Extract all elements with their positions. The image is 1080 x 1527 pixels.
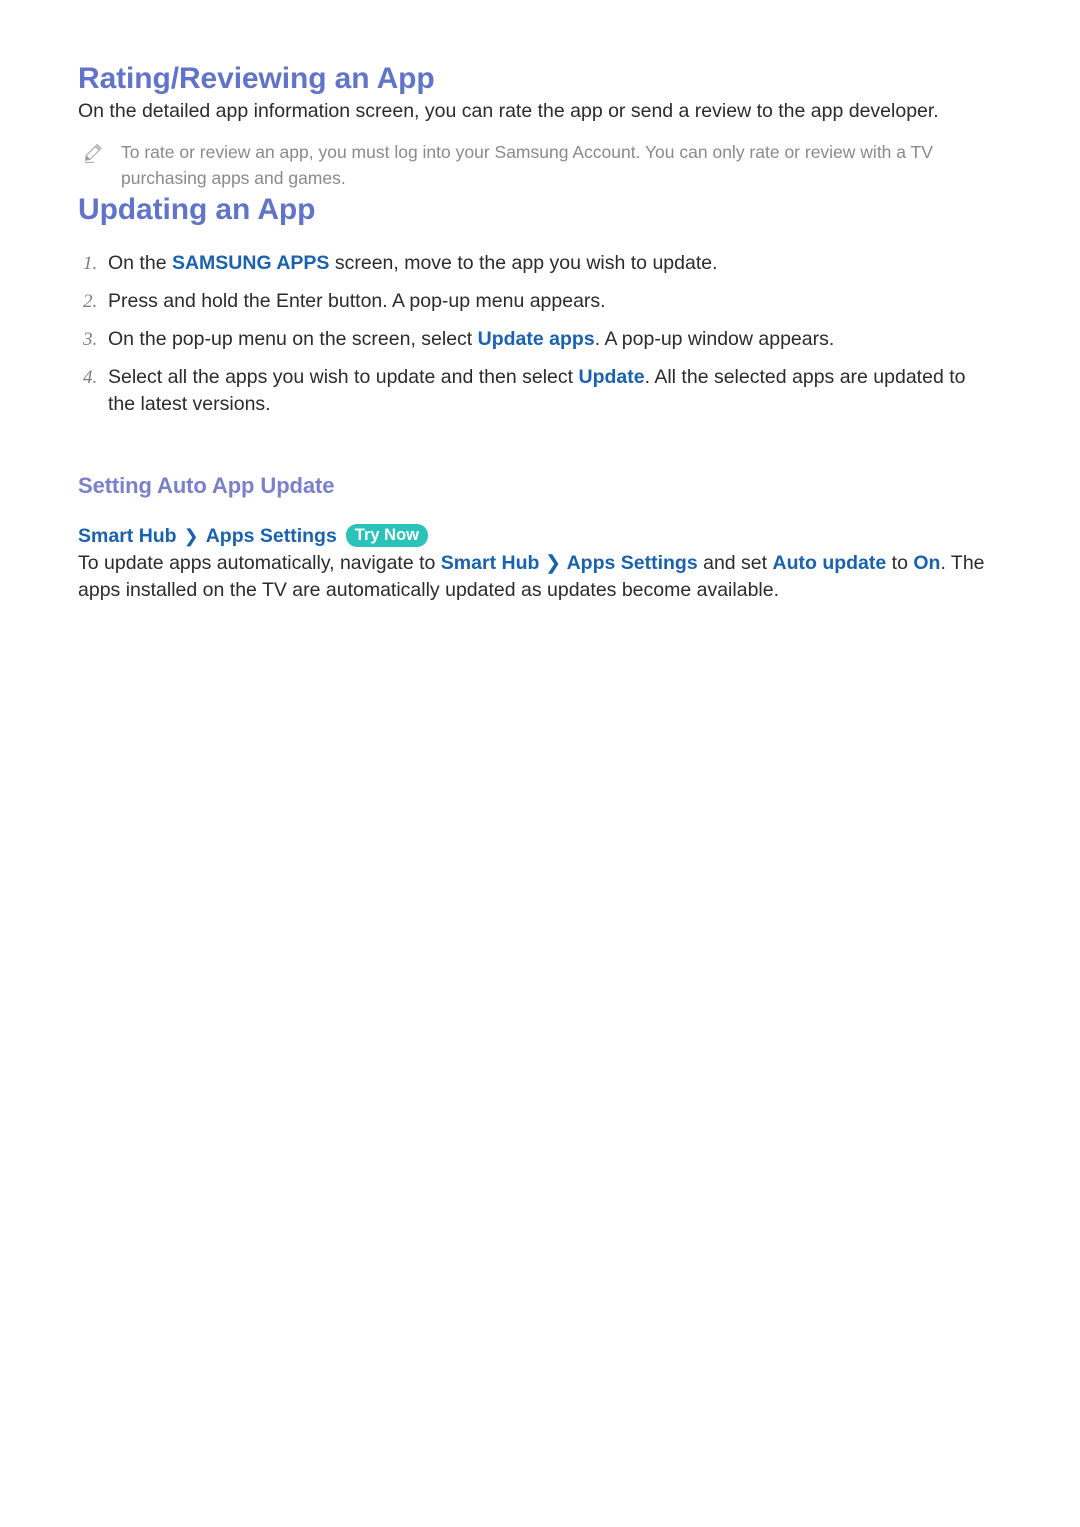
step-text: Select all the apps you wish to update a… xyxy=(108,364,988,418)
step-text-part: screen, move to the app you wish to upda… xyxy=(329,252,718,274)
chevron-right-icon-inline: ❯ xyxy=(539,551,567,574)
step-text-part: On the pop-up menu on the screen, select xyxy=(108,328,478,350)
auto-update-paragraph: To update apps automatically, navigate t… xyxy=(78,550,998,604)
keyword-auto-update: Auto update xyxy=(772,551,887,574)
breadcrumb: Smart Hub ❯ Apps Settings Try Now xyxy=(78,522,998,550)
keyword-smart-hub: Smart Hub xyxy=(440,551,540,574)
paragraph-part: to xyxy=(886,551,914,574)
list-item: 2. Press and hold the Enter button. A po… xyxy=(78,288,998,315)
paragraph-part: and set xyxy=(697,551,773,574)
step-number: 1. xyxy=(83,253,98,274)
note-block: To rate or review an app, you must log i… xyxy=(78,139,998,191)
keyword-apps-settings: Apps Settings xyxy=(566,551,698,574)
subsection-title-setting-auto-app-update: Setting Auto App Update xyxy=(78,473,335,498)
step-text-part: Select all the apps you wish to update a… xyxy=(108,366,579,388)
page-title-rating-reviewing-an-app: Rating/Reviewing an App xyxy=(78,62,435,95)
update-steps-list: 1. On the SAMSUNG APPS screen, move to t… xyxy=(78,250,998,418)
chevron-right-icon: ❯ xyxy=(183,525,199,546)
step-text: On the SAMSUNG APPS screen, move to the … xyxy=(108,250,718,277)
pencil-icon xyxy=(82,142,108,164)
keyword-on: On xyxy=(913,551,941,574)
step-text-part: . A pop-up window appears. xyxy=(594,328,835,350)
step-text-part: On the xyxy=(108,252,172,274)
try-now-badge[interactable]: Try Now xyxy=(345,524,428,548)
step-number: 2. xyxy=(83,291,98,312)
page-content: Rating/Reviewing an App On the detailed … xyxy=(78,60,998,604)
list-item: 1. On the SAMSUNG APPS screen, move to t… xyxy=(78,250,998,277)
note-text: To rate or review an app, you must log i… xyxy=(121,141,933,188)
step-number: 4. xyxy=(83,367,98,388)
breadcrumb-item-apps-settings: Apps Settings xyxy=(205,524,337,547)
breadcrumb-item-smart-hub: Smart Hub xyxy=(78,524,177,547)
keyword-update-apps: Update apps xyxy=(477,328,595,350)
step-number: 3. xyxy=(83,329,98,350)
step-text: On the pop-up menu on the screen, select… xyxy=(108,326,834,353)
paragraph-part: To update apps automatically, navigate t… xyxy=(78,551,441,574)
page-title-updating-an-app: Updating an App xyxy=(78,192,316,226)
list-item: 3. On the pop-up menu on the screen, sel… xyxy=(78,326,998,353)
list-item: 4. Select all the apps you wish to updat… xyxy=(78,364,998,418)
step-text: Press and hold the Enter button. A pop-u… xyxy=(108,288,606,315)
step-text-part: Press and hold the Enter button. A pop-u… xyxy=(108,290,606,312)
keyword-update: Update xyxy=(578,366,645,388)
document-page: Rating/Reviewing an App On the detailed … xyxy=(0,0,1080,1527)
keyword-samsung-apps: SAMSUNG APPS xyxy=(171,252,330,274)
intro-paragraph: On the detailed app information screen, … xyxy=(78,99,939,122)
